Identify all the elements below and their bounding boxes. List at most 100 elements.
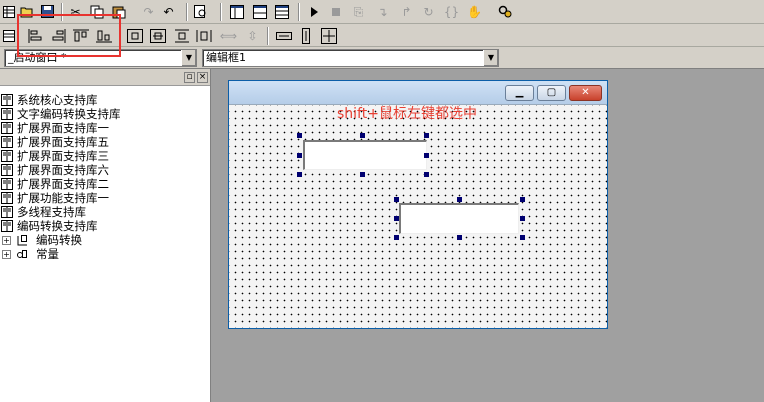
book-icon <box>1 220 13 232</box>
resize-handle[interactable] <box>297 133 302 138</box>
expand-icon[interactable]: + <box>2 250 11 259</box>
order-icon[interactable] <box>297 27 314 44</box>
center-vertical-icon[interactable] <box>149 27 166 44</box>
tree-item-label: 扩展功能支持库一 <box>17 191 109 205</box>
component-select-value: 编辑框1 <box>206 51 246 64</box>
tree-item[interactable]: 扩展界面支持库三 <box>0 149 210 163</box>
tree-item[interactable]: 扩展界面支持库五 <box>0 135 210 149</box>
tree-item[interactable]: 扩展界面支持库二 <box>0 177 210 191</box>
layout-two-icon[interactable] <box>251 3 268 20</box>
align-right-icon[interactable] <box>49 27 66 44</box>
same-size-icon[interactable] <box>275 27 292 44</box>
form-body: ▁ ▢ ✕ shift+鼠标左键都选中 <box>229 81 607 328</box>
tree-item[interactable]: 扩展功能支持库一 <box>0 191 210 205</box>
maximize-icon[interactable]: ▢ <box>537 85 566 101</box>
align-bottom-icon[interactable] <box>95 27 112 44</box>
expand-icon[interactable]: + <box>2 236 11 245</box>
brace-icon[interactable]: {} <box>443 3 460 20</box>
resize-handle[interactable] <box>424 172 429 177</box>
paste-icon[interactable] <box>110 3 127 20</box>
cut-icon[interactable]: ✂ <box>67 3 84 20</box>
minimize-icon[interactable]: ▁ <box>505 85 534 101</box>
resize-handle[interactable] <box>360 133 365 138</box>
support-library-panel: ▫ × 系统核心支持库 文字编码转换支持库 扩展界面支持库一 扩展界面支持库五 … <box>0 69 211 402</box>
window-select[interactable]: _启动窗口 * ▼ <box>4 49 197 67</box>
distribute-vertical-icon[interactable] <box>195 27 212 44</box>
book-icon <box>1 108 13 120</box>
chevron-down-icon[interactable]: ▼ <box>483 50 498 66</box>
save-icon[interactable] <box>39 3 56 20</box>
resize-handle[interactable] <box>424 153 429 158</box>
form-designer-window: ▁ ▢ ✕ shift+鼠标左键都选中 <box>228 80 608 329</box>
find-icon[interactable] <box>192 3 209 20</box>
tree-item-label: 编码转换 <box>36 233 82 247</box>
tree-item[interactable]: 扩展界面支持库一 <box>0 121 210 135</box>
center-horizontal-icon[interactable] <box>126 27 143 44</box>
book-icon <box>1 150 13 162</box>
resize-handle[interactable] <box>394 197 399 202</box>
selector-bar: _启动窗口 * ▼ 编辑框1 ▼ <box>0 47 764 69</box>
main-toolbar: ✂ ↷ ↶ ⎘ ↴ ↱ ↻ {} ✋ <box>0 0 764 24</box>
step-into-icon[interactable]: ↴ <box>374 3 391 20</box>
annotation-text: shift+鼠标左键都选中 <box>337 106 477 122</box>
design-canvas[interactable]: shift+鼠标左键都选中 <box>229 105 607 328</box>
step-over-icon[interactable]: ↻ <box>420 3 437 20</box>
tree-item[interactable]: 系统核心支持库 <box>0 93 210 107</box>
resize-handle[interactable] <box>394 216 399 221</box>
tree-item-label: 扩展界面支持库二 <box>17 177 109 191</box>
resize-handle[interactable] <box>394 235 399 240</box>
layout-one-icon[interactable] <box>228 3 245 20</box>
tree-item-label: 扩展界面支持库一 <box>17 121 109 135</box>
resize-handle[interactable] <box>520 197 525 202</box>
grid-icon[interactable] <box>0 3 17 20</box>
tree-item-label: 多线程支持库 <box>17 205 86 219</box>
edit-box-1[interactable] <box>303 140 427 170</box>
undo-icon[interactable]: ↶ <box>160 3 177 20</box>
restore-icon[interactable]: ▫ <box>184 72 195 83</box>
properties-icon[interactable] <box>320 27 337 44</box>
align-left-icon[interactable] <box>27 27 44 44</box>
tree-item[interactable]: 编码转换支持库 <box>0 219 210 233</box>
tree-item-label: 系统核心支持库 <box>17 93 98 107</box>
book-icon <box>1 206 13 218</box>
tree-item-label: 编码转换支持库 <box>17 219 98 233</box>
tree-item-expandable[interactable]: + 编码转换 <box>0 233 210 247</box>
chevron-down-icon[interactable]: ▼ <box>181 50 196 66</box>
panel-header: ▫ × <box>0 69 210 86</box>
tree-item[interactable]: 文字编码转换支持库 <box>0 107 210 121</box>
resize-handle[interactable] <box>297 172 302 177</box>
layout-three-icon[interactable] <box>273 3 290 20</box>
tree-item-label: 常量 <box>36 247 59 261</box>
resize-handle[interactable] <box>297 153 302 158</box>
component-select[interactable]: 编辑框1 ▼ <box>202 49 499 67</box>
form-titlebar: ▁ ▢ ✕ <box>229 81 607 105</box>
resize-handle[interactable] <box>360 172 365 177</box>
resize-handle[interactable] <box>457 197 462 202</box>
debug-icon[interactable] <box>496 3 513 20</box>
same-height-icon[interactable]: ⇳ <box>244 27 261 44</box>
align-top-icon[interactable] <box>72 27 89 44</box>
same-width-icon[interactable]: ⟺ <box>220 27 237 44</box>
copy-icon[interactable] <box>88 3 105 20</box>
tree-item-expandable[interactable]: + 常量 <box>0 247 210 261</box>
resize-handle[interactable] <box>424 133 429 138</box>
step-out-icon[interactable]: ↱ <box>398 3 415 20</box>
open-icon[interactable] <box>19 3 36 20</box>
hand-icon[interactable]: ✋ <box>466 3 483 20</box>
grid-toggle-icon[interactable] <box>0 27 17 44</box>
close-icon[interactable]: × <box>197 72 208 83</box>
tree-item[interactable]: 扩展界面支持库六 <box>0 163 210 177</box>
run-icon[interactable] <box>305 3 322 20</box>
distribute-horizontal-icon[interactable] <box>173 27 190 44</box>
resize-handle[interactable] <box>520 216 525 221</box>
library-tree: 系统核心支持库 文字编码转换支持库 扩展界面支持库一 扩展界面支持库五 扩展界面… <box>0 93 210 261</box>
step-icon[interactable]: ⎘ <box>350 3 367 20</box>
stop-icon[interactable] <box>327 3 344 20</box>
resize-handle[interactable] <box>520 235 525 240</box>
resize-handle[interactable] <box>457 235 462 240</box>
book-icon <box>1 136 13 148</box>
redo-icon[interactable]: ↷ <box>140 3 157 20</box>
edit-box-2[interactable] <box>399 203 519 234</box>
tree-item[interactable]: 多线程支持库 <box>0 205 210 219</box>
close-icon[interactable]: ✕ <box>569 85 602 101</box>
